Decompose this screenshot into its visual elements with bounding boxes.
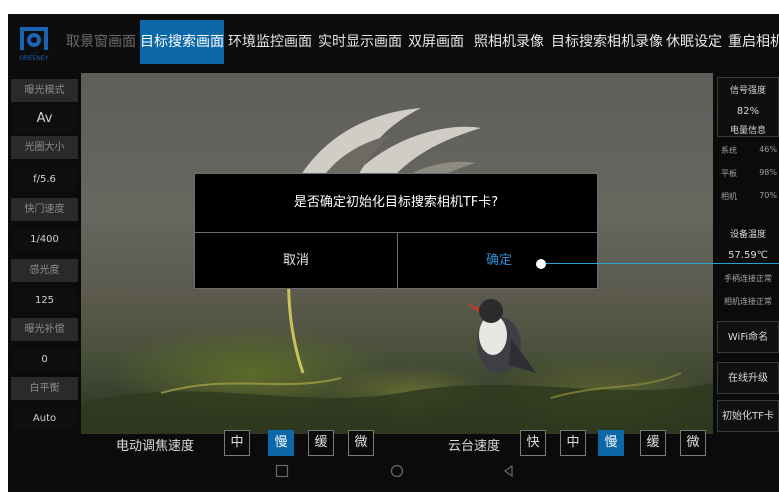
ptz-speed-gentle-button[interactable]: 缓 — [640, 430, 666, 456]
dialog-confirm-button[interactable]: 确定 — [398, 233, 600, 288]
white-balance-label: 白平衡 — [11, 377, 78, 400]
recent-apps-icon[interactable] — [275, 464, 289, 478]
focus-speed-label: 电动调焦速度 — [116, 439, 195, 454]
annotation-callout-dot — [536, 259, 546, 269]
ptz-speed-slow-button[interactable]: 慢 — [598, 430, 624, 456]
tab-target-search-recording[interactable]: 目标搜索相机录像 — [550, 20, 664, 64]
tab-viewfinder[interactable]: 取景窗画面 — [64, 20, 138, 64]
iso-label: 感光度 — [11, 259, 78, 282]
exposure-mode-label: 曝光模式 — [11, 79, 78, 102]
dialog-cancel-button[interactable]: 取消 — [195, 233, 397, 288]
tab-realtime-display[interactable]: 实时显示画面 — [318, 20, 402, 64]
tab-camera-recording[interactable]: 照相机录像 — [472, 20, 546, 64]
tab-sleep-settings[interactable]: 休眠设定 — [664, 20, 724, 64]
online-upgrade-button[interactable]: 在线升级 — [717, 362, 779, 394]
battery-tablet-label: 平板 — [721, 169, 737, 178]
focus-speed-slow-button[interactable]: 慢 — [268, 430, 294, 456]
back-icon[interactable] — [502, 464, 516, 478]
tab-environment-monitor[interactable]: 环境监控画面 — [228, 20, 312, 64]
tab-restart-camera[interactable]: 重启相机 — [728, 20, 779, 64]
init-tf-confirm-dialog: 是否确定初始化目标搜索相机TF卡? 取消 确定 — [194, 173, 598, 289]
ptz-speed-fast-button[interactable]: 快 — [520, 430, 546, 456]
aperture-value[interactable]: f/5.6 — [11, 168, 78, 191]
device-temperature-box: 设备温度 57.59℃ 手柄连接正常 相机连接正常 — [717, 223, 779, 317]
battery-title: 电量信息 — [729, 126, 766, 136]
focus-speed-micro-button[interactable]: 微 — [348, 430, 374, 456]
signal-strength-title: 信号强度 — [729, 86, 766, 96]
exposure-compensation-label: 曝光补偿 — [11, 318, 78, 341]
ptz-speed-micro-button[interactable]: 微 — [680, 430, 706, 456]
home-icon[interactable] — [390, 464, 404, 478]
ptz-speed-label: 云台速度 — [448, 439, 501, 454]
shutter-speed-label: 快门速度 — [11, 198, 78, 221]
svg-text:GREENEY: GREENEY — [19, 56, 48, 62]
white-balance-value[interactable]: Auto — [11, 407, 78, 430]
tab-dual-screen[interactable]: 双屏画面 — [406, 20, 466, 64]
temperature-title: 设备温度 — [729, 230, 766, 240]
battery-camera-value: 70% — [759, 191, 777, 200]
annotation-callout-line — [544, 263, 779, 264]
aperture-label: 光圈大小 — [11, 136, 78, 159]
focus-speed-gentle-button[interactable]: 缓 — [308, 430, 334, 456]
iso-value[interactable]: 125 — [11, 289, 78, 312]
tab-target-search[interactable]: 目标搜索画面 — [140, 20, 224, 64]
battery-system-value: 46% — [759, 145, 777, 154]
camera-connection-status: 相机连接正常 — [724, 297, 772, 306]
temperature-value: 57.59℃ — [728, 250, 768, 261]
exposure-compensation-value[interactable]: 0 — [11, 348, 78, 371]
device-status-panel: 信号强度 82% 电量信息 系统 46% 平板 98% 相机 70% 设备温度 … — [714, 73, 779, 434]
battery-info-box: 电量信息 系统 46% 平板 98% 相机 70% — [717, 117, 779, 223]
brand-logo: GREENEY — [14, 20, 54, 66]
shutter-speed-value[interactable]: 1/400 — [11, 228, 78, 251]
dialog-message: 是否确定初始化目标搜索相机TF卡? — [293, 195, 499, 210]
battery-camera-label: 相机 — [721, 192, 737, 201]
handle-connection-status: 手柄连接正常 — [724, 274, 772, 283]
wifi-name-button[interactable]: WiFi命名 — [717, 321, 779, 353]
init-tf-card-button[interactable]: 初始化TF卡 — [717, 400, 779, 432]
top-navigation-bar: GREENEY 取景窗画面 目标搜索画面 环境监控画面 实时显示画面 双屏画面 … — [8, 14, 779, 71]
exposure-mode-value[interactable]: Av — [11, 104, 78, 134]
ptz-speed-medium-button[interactable]: 中 — [560, 430, 586, 456]
camera-settings-panel: 曝光模式 Av 光圈大小 f/5.6 快门速度 1/400 感光度 125 曝光… — [11, 73, 78, 434]
focus-speed-medium-button[interactable]: 中 — [224, 430, 250, 456]
signal-strength-value: 82% — [736, 106, 760, 117]
battery-system-label: 系统 — [721, 146, 737, 155]
battery-tablet-value: 98% — [759, 168, 777, 177]
